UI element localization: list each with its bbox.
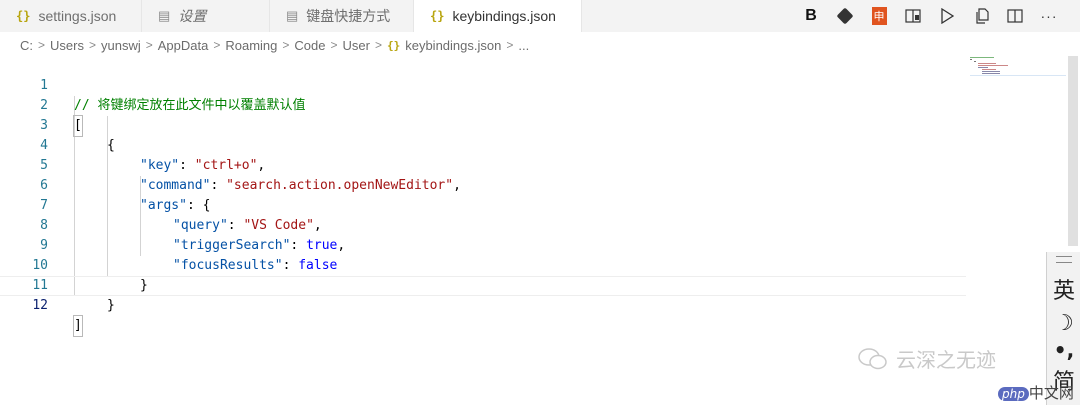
breadcrumb-item[interactable]: Users [50,38,84,53]
breadcrumb-separator: > [506,38,514,52]
translate-button[interactable]: 申 [862,0,896,32]
breadcrumb-separator: > [330,38,338,52]
code-line: 7 "query": "VS Code", [0,176,966,233]
code-line: 9 "focusResults": false [0,216,966,273]
wechat-icon [858,347,887,369]
code-line: 10 } [0,236,966,293]
bold-icon: B [805,7,817,24]
breadcrumb-tail[interactable]: ... [518,38,529,53]
breadcrumb-item[interactable]: yunswj [101,38,141,53]
watermark-text: 云深之无迹 [896,348,996,372]
code-line: 1 // 将键绑定放在此文件中以覆盖默认值 [0,56,966,113]
tab-label: keybindings.json [452,8,556,24]
drag-handle-icon[interactable] [1056,256,1072,263]
watermark-site: php 中文网 [998,382,1074,403]
php-logo: php [998,387,1029,401]
minimap[interactable] [966,56,1066,86]
code-line: 11 } [0,256,966,313]
breadcrumb-separator: > [282,38,290,52]
code-line: 5 "command": "search.action.openNewEdito… [0,136,966,193]
close-brace: } [107,298,115,313]
ime-mode-toggle[interactable]: 英 [1053,273,1075,305]
code-line: 4 "key": "ctrl+o", [0,116,966,173]
breadcrumb-item[interactable]: Roaming [225,38,277,53]
breadcrumb-item[interactable]: C: [20,38,33,53]
tab-keyboard-shortcuts[interactable]: ▤ 键盘快捷方式 [270,0,414,32]
git-icon [836,7,854,25]
code-line: 3 { [0,96,966,153]
breadcrumb-item[interactable]: AppData [158,38,209,53]
settings-file-icon: ▤ [158,8,171,23]
open-preview-button[interactable] [896,0,930,32]
close-bracket: ] [73,315,83,337]
bold-button[interactable]: B [794,0,828,32]
json-braces-icon: {} [16,9,31,23]
vertical-scrollbar[interactable] [1068,56,1078,246]
translate-icon: 申 [871,7,887,25]
code-line: 2 [ [0,76,966,137]
breadcrumb-separator: > [374,38,382,52]
split-editor-icon [1007,9,1023,23]
tab-label: 设置 [178,8,207,24]
breadcrumb-separator: > [213,38,221,52]
run-icon [941,8,954,24]
code-line-current: 12 ] [0,276,966,337]
breadcrumb: C: > Users > yunswj > AppData > Roaming … [0,34,1080,56]
code-line: 8 "triggerSearch": true, [0,196,966,253]
breadcrumb-item[interactable]: User [343,38,370,53]
more-actions-button[interactable]: ··· [1032,0,1066,32]
line-number: 12 [32,298,48,313]
copy-file-icon [975,8,989,24]
more-actions-icon: ··· [1040,8,1058,24]
breadcrumb-separator: > [145,38,153,52]
watermark-brand: 云深之无迹 [858,344,996,373]
tab-label: 键盘快捷方式 [306,8,391,24]
code-editor[interactable]: 1 // 将键绑定放在此文件中以覆盖默认值 2 [ 3 { 4 "key": "… [0,56,966,405]
watermark-site-text: 中文网 [1028,384,1074,402]
json-braces-icon: {} [386,38,401,52]
tab-keybindings-json[interactable]: {} keybindings.json [414,0,582,32]
breadcrumb-separator: > [38,38,46,52]
open-preview-icon [905,9,921,23]
tab-settings-ui[interactable]: ▤ 设置 [142,0,270,32]
run-button[interactable] [930,0,964,32]
split-editor-button[interactable] [998,0,1032,32]
moon-icon[interactable]: ☽ [1054,311,1074,336]
tab-label: settings.json [38,8,117,24]
editor-actions: B 申 ··· [794,0,1066,32]
code-line: 6 "args": { [0,156,966,213]
keyboard-file-icon: ▤ [286,8,299,23]
json-braces-icon: {} [430,9,445,23]
breadcrumb-separator: > [88,38,96,52]
breadcrumb-file[interactable]: keybindings.json [405,38,501,53]
git-button[interactable] [828,0,862,32]
punctuation-toggle[interactable]: •, [1054,338,1074,362]
tab-settings-json[interactable]: {} settings.json [0,0,142,32]
breadcrumb-item[interactable]: Code [294,38,325,53]
copy-file-button[interactable] [964,0,998,32]
